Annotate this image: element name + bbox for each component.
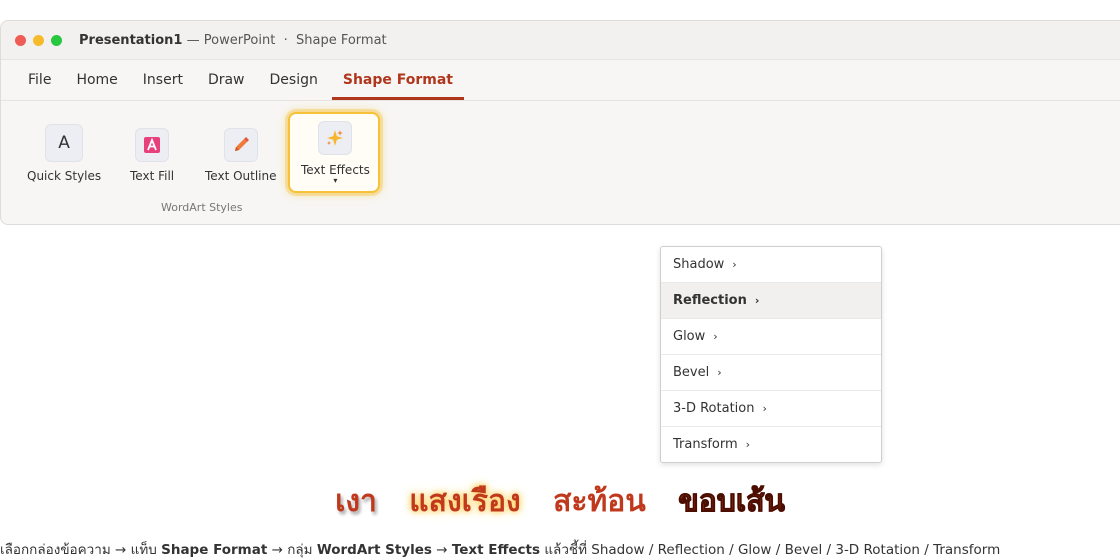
ribbon-tabs: File Home Insert Draw Design Shape Forma… — [1, 60, 1120, 101]
caption-bold: WordArt Styles — [316, 542, 432, 558]
chevron-right-icon: › — [762, 402, 767, 415]
menu-item-label: Glow — [673, 329, 706, 344]
text-fill-label: Text Fill — [130, 169, 175, 183]
pencil-icon — [223, 128, 258, 162]
sparkle-icon — [318, 121, 353, 155]
demo-word-shadow: เงา — [335, 484, 377, 519]
menu-item-transform[interactable]: Transform › — [661, 427, 881, 462]
menu-item-label: Shadow — [673, 257, 725, 272]
chevron-down-icon: ▾ — [333, 176, 338, 185]
text-effects-button[interactable]: Text Effects ▾ — [301, 121, 370, 185]
demo-word-glow: แสงเรือง — [409, 484, 521, 519]
menu-item-label: Transform — [673, 437, 738, 452]
menu-item-bevel[interactable]: Bevel › — [661, 355, 881, 391]
title-bar: Presentation1 — PowerPoint · Shape Forma… — [1, 21, 1120, 60]
menu-item-reflection[interactable]: Reflection › — [661, 283, 881, 319]
text-outline-label: Text Outline — [205, 169, 277, 183]
effects-demo-words: เงา แสงเรือง สะท้อน ขอบเส้น — [0, 478, 1120, 525]
zoom-window-button[interactable] — [51, 34, 62, 46]
wordart-styles-group-label: WordArt Styles — [161, 201, 243, 214]
tab-shape-format[interactable]: Shape Format — [331, 72, 465, 100]
menu-item-label: 3-D Rotation — [673, 401, 755, 416]
menu-item-label: Bevel — [673, 365, 710, 380]
text-fill-button[interactable]: Text Fill — [130, 128, 174, 183]
demo-word-outline: ขอบเส้น — [678, 484, 786, 520]
chevron-right-icon: › — [745, 438, 751, 451]
text-outline-button[interactable]: Text Outline — [205, 128, 277, 183]
tab-home[interactable]: Home — [65, 72, 128, 100]
menu-item-3d-rotation[interactable]: 3-D Rotation › — [661, 391, 881, 427]
caption-bold: Text Effects — [451, 542, 541, 558]
tab-draw[interactable]: Draw — [197, 72, 256, 100]
menu-item-label: Reflection — [673, 293, 747, 308]
quick-styles-button[interactable]: A Quick Styles — [27, 124, 101, 183]
quick-styles-label: Quick Styles — [27, 169, 102, 183]
menu-item-shadow[interactable]: Shadow › — [661, 247, 881, 283]
instruction-caption: เลือกกล่องข้อความ → แท็บ Shape Format → … — [0, 538, 1000, 560]
caption-text: → กลุ่ม — [267, 542, 317, 558]
text-effects-label: Text Effects — [301, 163, 370, 177]
caption-bold: Shape Format — [161, 542, 268, 558]
quick-styles-icon: A — [45, 124, 84, 162]
close-window-button[interactable] — [15, 34, 26, 46]
caption-text: แล้วชี้ที่ Shadow / Reflection / Glow / … — [540, 542, 1001, 558]
tab-file[interactable]: File — [17, 72, 62, 100]
text-effects-menu: Shadow › Reflection › Glow › Bevel › 3-D… — [660, 246, 882, 463]
text-fill-icon — [135, 128, 170, 162]
chevron-right-icon: › — [754, 294, 760, 307]
minimize-window-button[interactable] — [33, 34, 44, 46]
window-title: Presentation1 — PowerPoint · Shape Forma… — [79, 32, 387, 48]
chevron-right-icon: › — [713, 330, 718, 343]
tab-insert[interactable]: Insert — [132, 72, 194, 100]
ribbon-panel: A Quick Styles Text Fill Text Outline Te… — [1, 101, 1120, 225]
chevron-right-icon: › — [732, 258, 737, 271]
caption-text: → — [431, 542, 452, 558]
powerpoint-window: Presentation1 — PowerPoint · Shape Forma… — [0, 20, 1120, 225]
demo-word-reflection: สะท้อน — [553, 484, 646, 519]
chevron-right-icon: › — [717, 366, 722, 379]
menu-item-glow[interactable]: Glow › — [661, 319, 881, 355]
caption-text: เลือกกล่องข้อความ → แท็บ — [0, 542, 162, 558]
tab-design[interactable]: Design — [259, 72, 329, 100]
